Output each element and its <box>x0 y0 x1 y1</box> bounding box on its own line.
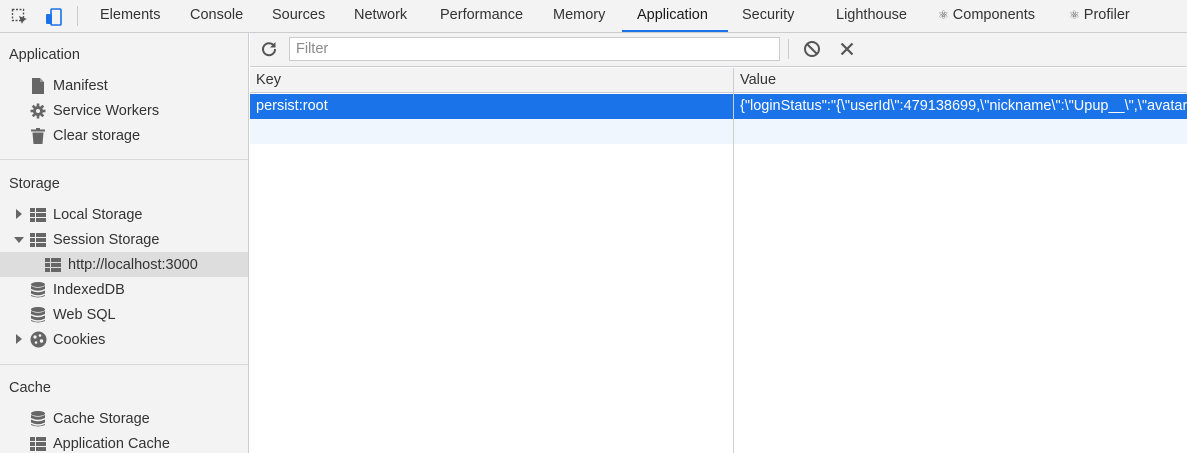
sidebar-item-label: http://localhost:3000 <box>68 256 198 273</box>
active-tab-indicator <box>622 30 728 32</box>
sidebar-item-label: Manifest <box>53 77 108 94</box>
sidebar-item-cache-storage[interactable]: Cache Storage <box>29 406 150 431</box>
sidebar-item-local-storage[interactable]: Local Storage <box>29 202 142 227</box>
sidebar-item-label: Web SQL <box>53 306 116 323</box>
sidebar-item-clear-storage[interactable]: Clear storage <box>29 123 140 148</box>
sidebar-item-label: Session Storage <box>53 231 160 248</box>
sidebar-item-web-sql[interactable]: Web SQL <box>29 302 116 327</box>
devtools-tab-bar: Elements Console Sources Network Perform… <box>0 0 1187 33</box>
expand-arrow-icon[interactable] <box>14 334 24 344</box>
section-title-cache: Cache <box>9 380 51 396</box>
tab-components-label: Components <box>952 7 1036 23</box>
tab-memory[interactable]: Memory <box>553 0 605 33</box>
toolbar-divider <box>788 39 789 59</box>
tab-performance[interactable]: Performance <box>440 0 523 33</box>
react-icon: ⚛ <box>1069 8 1080 22</box>
sidebar-item-label: Cookies <box>53 331 106 348</box>
filter-input[interactable] <box>289 37 780 61</box>
refresh-button[interactable] <box>259 39 279 59</box>
table-icon <box>29 206 47 224</box>
section-title-storage: Storage <box>9 176 60 192</box>
tab-profiler-label: Profiler <box>1083 7 1130 23</box>
sidebar-item-session-origin[interactable]: http://localhost:3000 <box>0 252 248 277</box>
database-icon <box>29 306 47 324</box>
column-header-value[interactable]: Value <box>734 68 776 93</box>
device-toolbar-icon[interactable] <box>43 6 65 28</box>
section-divider <box>0 159 248 160</box>
table-icon <box>29 231 47 249</box>
inspect-element-icon[interactable] <box>9 6 31 28</box>
sidebar-item-session-storage[interactable]: Session Storage <box>29 227 159 252</box>
sidebar-item-manifest[interactable]: Manifest <box>29 73 108 98</box>
sidebar-item-application-cache[interactable]: Application Cache <box>29 431 170 453</box>
column-header-key[interactable]: Key <box>250 68 281 93</box>
table-row[interactable]: persist:root {"loginStatus":"{\"userId\"… <box>250 94 1187 119</box>
sidebar-item-label: Cache Storage <box>53 410 150 427</box>
empty-row[interactable] <box>250 119 1187 144</box>
tab-sources[interactable]: Sources <box>272 0 325 33</box>
tab-network[interactable]: Network <box>354 0 407 33</box>
trash-icon <box>29 127 47 145</box>
react-icon: ⚛ <box>938 8 949 22</box>
cell-value[interactable]: {"loginStatus":"{\"userId\":479138699,\"… <box>734 94 1187 119</box>
delete-selected-button[interactable] <box>837 39 857 59</box>
section-divider <box>0 364 248 365</box>
table-icon <box>44 256 62 274</box>
table-icon <box>29 435 47 453</box>
collapse-arrow-icon[interactable] <box>14 235 24 245</box>
section-title-application: Application <box>9 47 80 63</box>
sidebar-item-label: Clear storage <box>53 127 141 144</box>
gear-icon <box>29 102 47 120</box>
tab-console[interactable]: Console <box>190 0 243 33</box>
cookie-icon <box>29 331 47 349</box>
grid-header: Key Value <box>250 68 1187 93</box>
column-divider[interactable] <box>733 68 734 453</box>
application-sidebar: Application Manifest Service Workers Cle… <box>0 33 249 453</box>
sidebar-item-service-workers[interactable]: Service Workers <box>29 98 159 123</box>
toolbar-divider <box>77 6 78 26</box>
sidebar-item-cookies[interactable]: Cookies <box>29 327 105 352</box>
cell-key[interactable]: persist:root <box>250 94 733 119</box>
sidebar-item-label: Local Storage <box>53 206 143 223</box>
sidebar-item-label: IndexedDB <box>53 281 125 298</box>
database-icon <box>29 281 47 299</box>
tab-elements[interactable]: Elements <box>100 0 160 33</box>
tab-security[interactable]: Security <box>742 0 794 33</box>
tab-profiler[interactable]: ⚛ Profiler <box>1069 0 1130 33</box>
database-icon <box>29 410 47 428</box>
file-icon <box>29 77 47 95</box>
sidebar-item-label: Application Cache <box>53 435 170 452</box>
tab-application[interactable]: Application <box>637 0 708 33</box>
tab-components[interactable]: ⚛ Components <box>938 0 1035 33</box>
clear-all-button[interactable] <box>802 39 822 59</box>
sidebar-item-label: Service Workers <box>53 102 160 119</box>
tab-lighthouse[interactable]: Lighthouse <box>836 0 907 33</box>
sidebar-item-indexeddb[interactable]: IndexedDB <box>29 277 125 302</box>
storage-data-grid: Key Value persist:root {"loginStatus":"{… <box>250 68 1187 453</box>
storage-toolbar <box>250 33 1187 67</box>
expand-arrow-icon[interactable] <box>14 209 24 219</box>
